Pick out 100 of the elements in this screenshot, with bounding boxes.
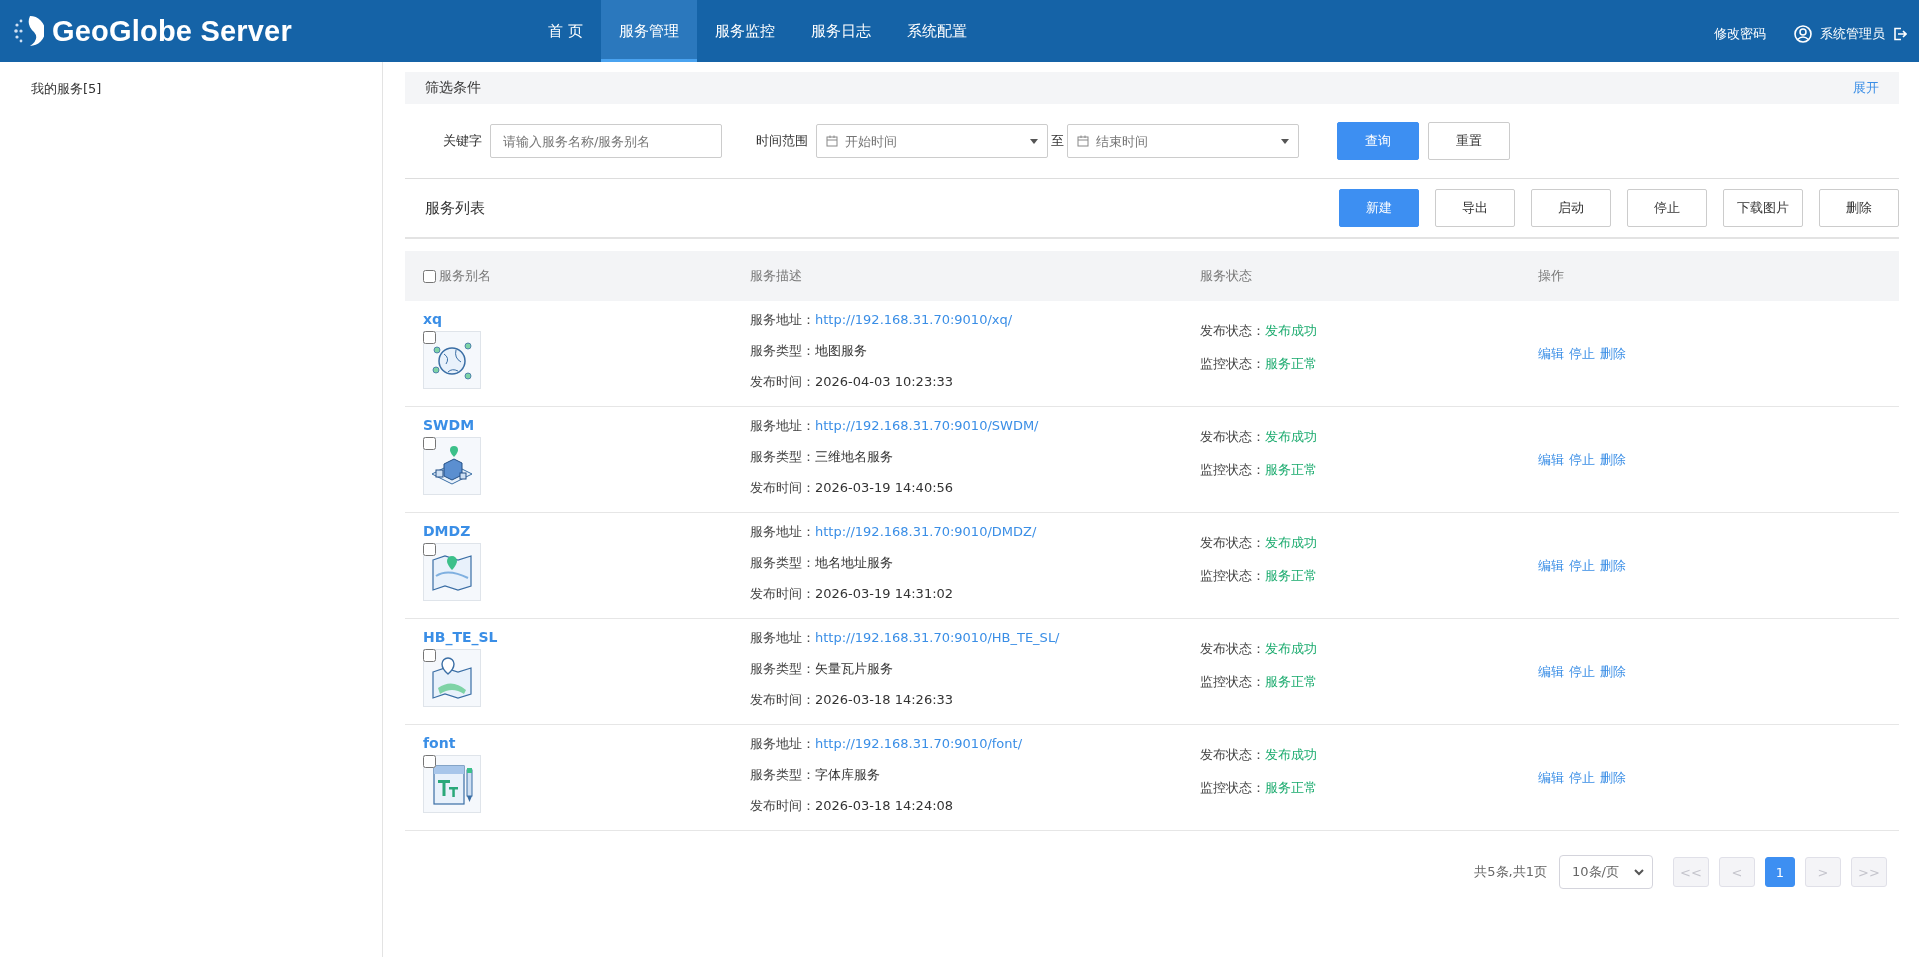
- action-link[interactable]: 删除: [1600, 344, 1626, 363]
- field-label: 服务地址：: [750, 417, 815, 435]
- page-size-select[interactable]: 10条/页: [1559, 855, 1653, 889]
- change-password-link[interactable]: 修改密码: [1714, 25, 1766, 43]
- page-button[interactable]: 1: [1765, 857, 1795, 887]
- status-text: 服务正常: [1265, 461, 1317, 479]
- service-name-link[interactable]: SWDM: [423, 417, 475, 433]
- publish-time-text: 2026-03-18 14:24:08: [815, 797, 954, 815]
- action-link[interactable]: 删除: [1600, 662, 1626, 681]
- service-url-link[interactable]: http://192.168.31.70:9010/SWDM/: [815, 416, 1039, 436]
- toolbar-button[interactable]: 启动: [1531, 189, 1611, 227]
- sidebar-item[interactable]: 我的服务[5]: [31, 80, 382, 98]
- service-name-link[interactable]: DMDZ: [423, 523, 471, 539]
- field-label: 服务类型：: [750, 342, 815, 360]
- status-text: 发布成功: [1265, 640, 1317, 658]
- field-label: 监控状态：: [1200, 673, 1265, 691]
- field-label: 服务类型：: [750, 554, 815, 572]
- range-separator: 至: [1051, 132, 1064, 150]
- service-type-text: 字体库服务: [815, 766, 880, 784]
- action-link[interactable]: 删除: [1600, 768, 1626, 787]
- field-label: 发布时间：: [750, 691, 815, 709]
- toolbar-button[interactable]: 新建: [1339, 189, 1419, 227]
- keyword-field[interactable]: 请输入服务名称/服务别名: [490, 124, 722, 158]
- nav-tab[interactable]: 首 页: [530, 0, 601, 62]
- service-name-link[interactable]: HB_TE_SL: [423, 629, 498, 645]
- toolbar-button[interactable]: 下载图片: [1723, 189, 1803, 227]
- checkbox[interactable]: [423, 437, 436, 450]
- service-url-link[interactable]: http://192.168.31.70:9010/font/: [815, 734, 1023, 754]
- service-name-link[interactable]: xq: [423, 311, 443, 327]
- query-button[interactable]: 查询: [1337, 122, 1419, 160]
- field-label: 监控状态：: [1200, 461, 1265, 479]
- status-text: 发布成功: [1265, 534, 1317, 552]
- page-summary: 共5条,共1页: [1474, 863, 1547, 881]
- status-text: 服务正常: [1265, 355, 1317, 373]
- field-label: 发布时间：: [750, 585, 815, 603]
- publish-time-text: 2026-04-03 10:23:33: [815, 373, 954, 391]
- action-link[interactable]: 编辑: [1538, 450, 1564, 469]
- field-label: 监控状态：: [1200, 779, 1265, 797]
- checkbox[interactable]: [423, 755, 436, 768]
- user-name[interactable]: 系统管理员: [1820, 25, 1885, 43]
- action-link[interactable]: 停止: [1569, 344, 1595, 363]
- action-link[interactable]: 删除: [1600, 556, 1626, 575]
- section-title: 筛选条件: [425, 79, 481, 97]
- date-field[interactable]: 结束时间: [1067, 124, 1299, 158]
- checkbox[interactable]: [423, 543, 436, 556]
- field-label: 发布状态：: [1200, 534, 1265, 552]
- service-type-text: 地名地址服务: [815, 554, 893, 572]
- toolbar-button[interactable]: 删除: [1819, 189, 1899, 227]
- field-label: 服务地址：: [750, 735, 815, 753]
- column-header: 服务描述: [750, 268, 802, 283]
- chevron-down-icon: [1634, 868, 1644, 876]
- app-title: GeoGlobe Server: [52, 14, 292, 48]
- checkbox[interactable]: [423, 331, 436, 344]
- dropdown-icon: [1281, 139, 1289, 144]
- logo-icon: [14, 15, 44, 47]
- toolbar-button[interactable]: 停止: [1627, 189, 1707, 227]
- service-name-link[interactable]: font: [423, 735, 456, 751]
- dropdown-icon: [1030, 139, 1038, 144]
- column-header: 服务别名: [439, 267, 491, 285]
- service-url-link[interactable]: http://192.168.31.70:9010/xq/: [815, 310, 1013, 330]
- action-link[interactable]: 停止: [1569, 662, 1595, 681]
- action-link[interactable]: 编辑: [1538, 344, 1564, 363]
- field-label: 发布状态：: [1200, 640, 1265, 658]
- action-link[interactable]: 删除: [1600, 450, 1626, 469]
- status-text: 服务正常: [1265, 779, 1317, 797]
- reset-button[interactable]: 重置: [1428, 122, 1510, 160]
- status-text: 发布成功: [1265, 746, 1317, 764]
- field-label: 服务类型：: [750, 660, 815, 678]
- date-field[interactable]: 开始时间: [816, 124, 1048, 158]
- nav-tab[interactable]: 服务监控: [696, 0, 793, 62]
- service-url-link[interactable]: http://192.168.31.70:9010/DMDZ/: [815, 522, 1037, 542]
- checkbox[interactable]: [423, 649, 436, 662]
- field-label: 服务地址：: [750, 311, 815, 329]
- status-text: 服务正常: [1265, 567, 1317, 585]
- publish-time-text: 2026-03-19 14:31:02: [815, 585, 954, 603]
- toolbar-button[interactable]: 导出: [1435, 189, 1515, 227]
- action-link[interactable]: 编辑: [1538, 556, 1564, 575]
- action-link[interactable]: 编辑: [1538, 768, 1564, 787]
- action-link[interactable]: 停止: [1569, 556, 1595, 575]
- action-link[interactable]: 停止: [1569, 768, 1595, 787]
- action-link[interactable]: 停止: [1569, 450, 1595, 469]
- expand-link[interactable]: 展开: [1853, 79, 1879, 97]
- status-text: 发布成功: [1265, 428, 1317, 446]
- action-link[interactable]: 编辑: [1538, 662, 1564, 681]
- nav-tab[interactable]: 系统配置: [888, 0, 985, 62]
- section-title: 服务列表: [425, 198, 485, 218]
- status-text: 发布成功: [1265, 322, 1317, 340]
- field-label: 发布时间：: [750, 479, 815, 497]
- field-label: 时间范围: [756, 132, 808, 150]
- column-header: 操作: [1538, 268, 1564, 283]
- nav-tab[interactable]: 服务管理: [600, 0, 697, 62]
- checkbox[interactable]: [423, 269, 436, 283]
- field-label: 发布时间：: [750, 373, 815, 391]
- field-label: 关键字: [443, 132, 482, 150]
- service-url-link[interactable]: http://192.168.31.70:9010/HB_TE_SL/: [815, 628, 1060, 648]
- service-type-text: 矢量瓦片服务: [815, 660, 893, 678]
- nav-tab[interactable]: 服务日志: [792, 0, 889, 62]
- logout-icon: [1893, 27, 1907, 41]
- field-label: 发布状态：: [1200, 746, 1265, 764]
- service-type-text: 三维地名服务: [815, 448, 893, 466]
